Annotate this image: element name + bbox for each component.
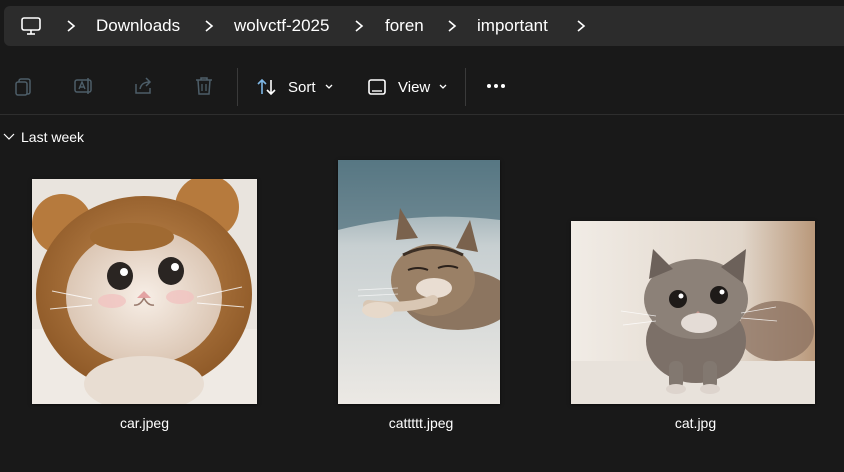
chevron-down-icon: [439, 84, 447, 89]
breadcrumb-downloads[interactable]: Downloads: [96, 15, 180, 37]
view-button[interactable]: View: [366, 72, 448, 102]
file-name[interactable]: car.jpeg: [32, 414, 257, 432]
chevron-right-icon[interactable]: [202, 18, 216, 34]
rename-icon[interactable]: [73, 75, 95, 97]
view-icon: [368, 79, 386, 95]
group-header-label: Last week: [21, 129, 85, 145]
breadcrumb-important[interactable]: important: [477, 15, 548, 37]
chevron-right-icon[interactable]: [64, 18, 78, 34]
file-name[interactable]: cattttt.jpeg: [338, 414, 504, 432]
chevron-right-icon[interactable]: [352, 18, 366, 34]
delete-icon[interactable]: [193, 75, 215, 97]
file-name[interactable]: cat.jpg: [571, 414, 820, 432]
file-explorer-window: Downloads wolvctf-2025 foren important S…: [0, 0, 844, 472]
computer-monitor-icon[interactable]: [20, 15, 42, 37]
chevron-right-icon[interactable]: [445, 18, 459, 34]
chevron-down-icon: [3, 133, 15, 140]
sort-icon: [257, 78, 276, 96]
toolbar-divider: [237, 68, 238, 106]
share-icon[interactable]: [133, 75, 155, 97]
toolbar-separator: [0, 114, 844, 115]
copy-icon[interactable]: [13, 75, 35, 97]
file-thumbnail-car[interactable]: [32, 179, 257, 404]
file-thumbnail-cat[interactable]: [571, 221, 815, 404]
sort-button[interactable]: Sort: [256, 72, 334, 102]
chevron-right-icon[interactable]: [574, 18, 588, 34]
address-bar[interactable]: Downloads wolvctf-2025 foren important: [4, 6, 844, 46]
breadcrumb-wolvctf-2025[interactable]: wolvctf-2025: [234, 15, 329, 37]
sort-label: Sort: [288, 78, 316, 96]
breadcrumb-foren[interactable]: foren: [385, 15, 424, 37]
toolbar-divider: [465, 68, 466, 106]
command-bar: Sort View: [0, 58, 844, 114]
file-thumbnail-cattttt[interactable]: [338, 160, 500, 404]
chevron-down-icon: [325, 84, 332, 89]
more-icon[interactable]: [485, 75, 507, 97]
group-header[interactable]: Last week: [0, 126, 84, 148]
view-label: View: [398, 78, 431, 96]
